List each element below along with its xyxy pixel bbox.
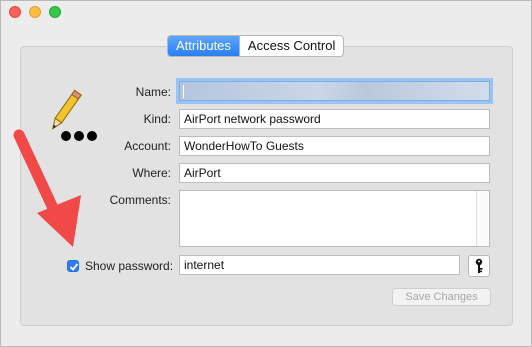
comments-label: Comments: [109,193,171,207]
zoom-window-button[interactable] [49,6,61,18]
password-field[interactable]: internet [179,255,460,275]
checkmark-icon [69,263,79,271]
tab-segmented-control: Attributes Access Control [167,35,345,57]
where-field[interactable]: AirPort [179,163,490,183]
where-label: Where: [132,166,171,180]
account-label: Account: [124,139,171,153]
show-password-label: Show password: [85,259,174,273]
title-bar [1,1,531,23]
close-window-button[interactable] [9,6,21,18]
text-caret [183,85,184,98]
kind-field[interactable]: AirPort network password [179,109,490,129]
comments-field[interactable] [179,190,490,247]
kind-label: Kind: [143,112,171,126]
name-field[interactable] [179,81,490,101]
name-label: Name: [135,85,171,99]
account-field[interactable]: WonderHowTo Guests [179,136,490,156]
minimize-window-button[interactable] [29,6,41,18]
comments-scrollbar[interactable] [476,191,489,246]
keychain-item-window: Attributes Access Control Name: Kind: Ai… [0,0,532,347]
tab-attributes[interactable]: Attributes [168,36,239,56]
password-assistant-button[interactable] [468,255,490,277]
save-changes-button[interactable]: Save Changes [392,288,491,306]
tab-access-control[interactable]: Access Control [238,36,343,56]
show-password-checkbox[interactable] [67,260,79,272]
key-icon [475,258,483,273]
